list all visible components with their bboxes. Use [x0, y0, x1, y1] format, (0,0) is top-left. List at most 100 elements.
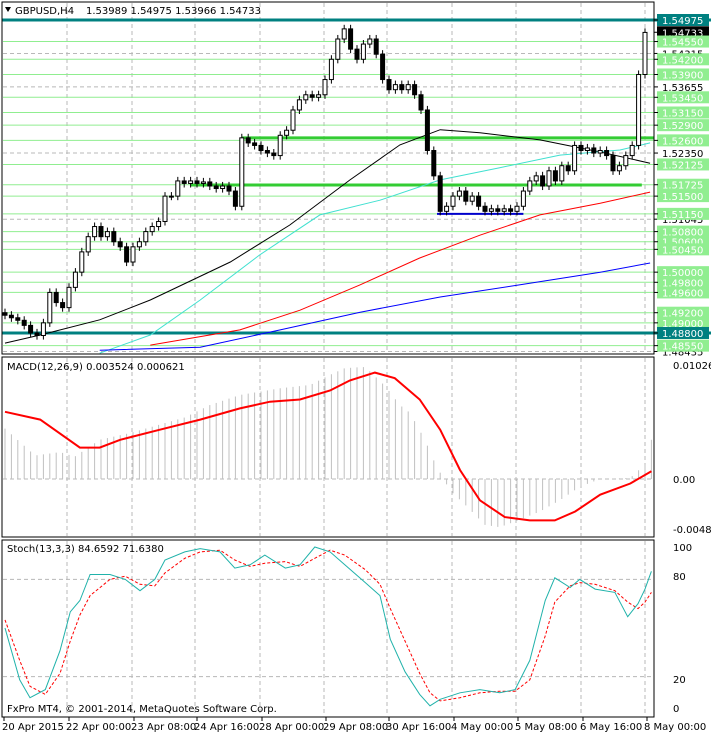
- candle-body: [616, 165, 622, 172]
- price-label: 1.54550: [662, 38, 703, 49]
- stoch-title: Stoch(13,3,3) 84.6592 71.6380: [7, 544, 164, 555]
- candle-body: [124, 246, 130, 263]
- candle-body: [437, 175, 443, 212]
- candle-body: [463, 190, 469, 202]
- candle-body: [469, 195, 475, 202]
- stoch-tick-100: 100: [673, 543, 692, 554]
- price-label: 1.53150: [662, 108, 703, 119]
- candle-body: [213, 185, 219, 190]
- cyan-ma: [99, 142, 651, 354]
- candle-body: [412, 84, 418, 96]
- macd-title: MACD(12,26,9) 0.003524 0.000621: [7, 362, 185, 373]
- candle-body: [636, 73, 642, 146]
- price-label: 1.48800: [662, 329, 703, 340]
- candle-body: [8, 314, 14, 319]
- candle-body: [284, 129, 290, 136]
- candle-body: [92, 226, 98, 238]
- candle-body: [584, 147, 590, 152]
- stoch-tick-20: 20: [673, 675, 686, 686]
- candle-body: [380, 53, 386, 81]
- candle-body: [15, 317, 21, 321]
- candle-body: [322, 79, 328, 96]
- macd-signal-line: [4, 371, 652, 522]
- candle-body: [578, 144, 584, 152]
- candle-body: [60, 302, 66, 309]
- time-label: 29 Apr 08:00: [323, 722, 388, 733]
- candle-body: [629, 144, 635, 157]
- time-axis: 20 Apr 2015 22 Apr 00:00 23 Apr 08:0024 Ap…: [2, 717, 706, 733]
- candle-body: [508, 208, 514, 212]
- candle-body: [168, 195, 174, 198]
- macd-tick-zero: 0.00: [673, 475, 695, 486]
- candle-body: [572, 144, 578, 172]
- candle-body: [194, 180, 200, 184]
- candle-body: [392, 84, 398, 91]
- stoch-tick-0: 0: [673, 704, 679, 715]
- candle-body: [239, 137, 245, 207]
- candle-body: [354, 48, 360, 60]
- price-axis: 1.549751.547331.545501.543151.542001.539…: [654, 14, 709, 358]
- candle-body: [623, 155, 629, 167]
- price-label: 1.48550: [662, 342, 703, 353]
- time-label: 20 Apr 2015: [2, 722, 64, 733]
- candle-body: [34, 332, 40, 337]
- stoch-panel: [3, 546, 654, 707]
- candle-body: [181, 180, 187, 184]
- candle-body: [450, 195, 456, 207]
- candle-body: [40, 322, 46, 337]
- candle-body: [405, 84, 411, 91]
- candle-body: [156, 220, 162, 228]
- price-label: 1.49600: [662, 288, 703, 299]
- candle-body: [245, 137, 251, 144]
- time-label: 24 Apr 16:00: [194, 722, 259, 733]
- candle-body: [303, 94, 309, 101]
- price-label: 1.51500: [662, 192, 703, 203]
- chart-canvas[interactable]: 1.549751.547331.545501.543151.542001.539…: [0, 0, 711, 733]
- candle-body: [162, 195, 168, 222]
- stoch-main-line: [4, 546, 652, 707]
- candle-body: [476, 195, 482, 207]
- candle-body: [642, 31, 648, 75]
- candle-body: [488, 208, 494, 212]
- price-label: 1.54200: [662, 55, 703, 66]
- candle-body: [149, 226, 155, 233]
- candle-body: [399, 84, 405, 91]
- time-label: 30 Apr 16:00: [386, 722, 451, 733]
- time-label: 23 Apr 08:00: [131, 722, 196, 733]
- candle-body: [85, 236, 91, 253]
- candle-body: [175, 180, 181, 197]
- candle-body: [47, 291, 53, 324]
- candle-body: [367, 38, 373, 45]
- candle-body: [565, 165, 571, 172]
- price-label: 1.50450: [662, 245, 703, 256]
- candle-body: [111, 231, 117, 243]
- copyright-text: FxPro MT4, © 2001-2014, MetaQuotes Softw…: [7, 704, 277, 715]
- candle-body: [258, 144, 264, 152]
- candle-body: [495, 208, 501, 212]
- candle-body: [552, 170, 558, 182]
- candle-body: [482, 205, 488, 212]
- time-label: 28 Apr 00:00: [259, 722, 324, 733]
- candle-body: [418, 94, 424, 111]
- candle-body: [188, 180, 194, 184]
- candle-body: [226, 185, 232, 192]
- candle-body: [591, 147, 597, 154]
- candle-body: [373, 38, 379, 55]
- stoch-tick-80: 80: [673, 572, 686, 583]
- collapse-triangle-icon[interactable]: [5, 7, 11, 12]
- candle-body: [546, 170, 552, 187]
- candle-body: [277, 134, 283, 157]
- time-label: 22 Apr 00:00: [66, 722, 131, 733]
- candle-body: [207, 181, 213, 187]
- candle-body: [66, 286, 72, 309]
- candle-body: [424, 109, 430, 152]
- time-label: 8 May 00:00: [644, 722, 706, 733]
- candle-body: [28, 324, 34, 334]
- red-ma: [150, 191, 651, 346]
- candle-body: [21, 319, 27, 326]
- grid: [3, 3, 654, 716]
- candle-body: [386, 79, 392, 91]
- stoch-panel-frame: [1, 539, 655, 718]
- macd-tick-bottom: -0.004874: [673, 525, 711, 536]
- candle-body: [232, 190, 238, 207]
